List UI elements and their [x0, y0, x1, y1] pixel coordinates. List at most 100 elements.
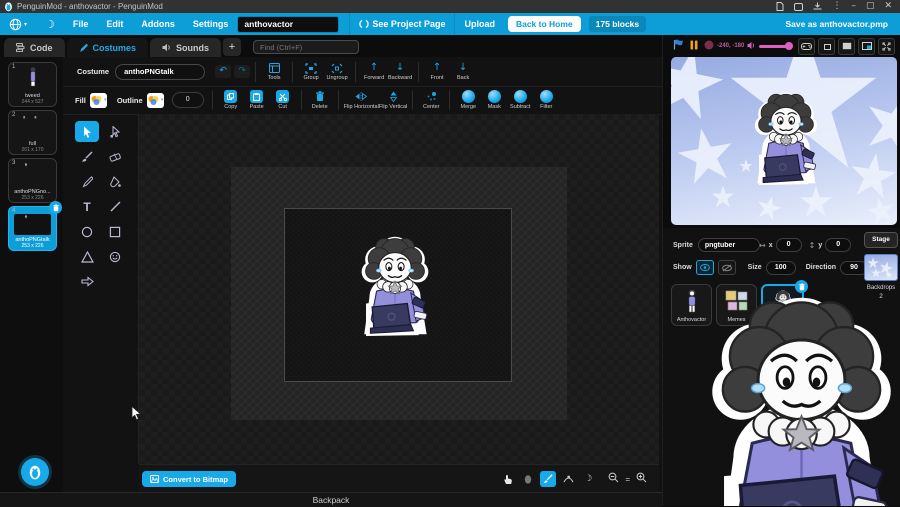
select-tool[interactable] [75, 121, 99, 142]
center-button[interactable]: Center [418, 91, 444, 110]
small-stage-icon[interactable] [818, 37, 835, 55]
delete-costume-icon[interactable] [49, 201, 62, 214]
tab-costumes[interactable]: Costumes [66, 38, 149, 57]
delete-button[interactable]: Delete [307, 91, 333, 110]
merge-button[interactable]: Merge [455, 90, 481, 110]
sprite-x-input[interactable]: 0 [775, 238, 802, 252]
pen-tool[interactable] [75, 171, 99, 192]
flip-horizontal-button[interactable]: Flip Horizontal [344, 91, 379, 110]
menu-addons[interactable]: Addons [132, 13, 184, 35]
sprite-tile-anthovactor[interactable]: Anthovactor [671, 284, 712, 326]
theme-moon-icon[interactable]: ☽ [36, 13, 64, 35]
canvas-character[interactable] [351, 235, 439, 336]
filter-button[interactable]: Filter [533, 90, 559, 110]
minimize-button[interactable]: – [851, 0, 856, 13]
volume-slider-knob[interactable] [785, 42, 794, 50]
circle-tool[interactable] [75, 221, 99, 242]
zoom-reset-icon[interactable]: = [625, 475, 630, 484]
node-mode-icon[interactable] [560, 471, 576, 487]
stroke-width-input[interactable]: 0 [171, 92, 204, 108]
find-input[interactable] [253, 40, 360, 54]
eraser-tool[interactable] [103, 146, 127, 167]
backward-button[interactable]: ↓ Backward [387, 62, 413, 81]
outline-color-swatch[interactable]: ▾ [146, 92, 164, 108]
delete-sprite-icon[interactable] [795, 280, 808, 293]
speaker-icon[interactable] [747, 37, 756, 55]
menu-edit[interactable]: Edit [97, 13, 132, 35]
costume-item-2[interactable]: 2 full 261 x 170 [8, 110, 57, 155]
pause-icon[interactable] [690, 37, 698, 55]
stage-preview[interactable] [671, 57, 897, 225]
show-sprite-button[interactable] [695, 260, 714, 275]
arrow-tool[interactable] [75, 271, 99, 292]
front-button[interactable]: ↑ Front [424, 62, 450, 81]
group-button[interactable]: Group [298, 62, 324, 81]
paint-mode-icon[interactable] [540, 471, 557, 487]
paint-canvas[interactable]: Convert to Bitmap ☽ = [138, 114, 659, 493]
gamepad-icon[interactable] [798, 37, 815, 55]
menu-settings[interactable]: Settings [184, 13, 238, 35]
sprite-size-input[interactable]: 100 [765, 260, 796, 275]
add-costume-button[interactable] [21, 458, 49, 486]
see-project-page-button[interactable]: See Project Page [350, 13, 454, 35]
costume-bounds[interactable] [284, 208, 512, 382]
convert-to-bitmap-button[interactable]: Convert to Bitmap [142, 471, 237, 487]
menu-dots-icon[interactable]: ⋮ [832, 0, 841, 13]
pip-icon[interactable] [794, 2, 804, 11]
large-stage-icon[interactable] [838, 37, 855, 55]
sticker-tool[interactable] [103, 246, 127, 267]
maximize-button[interactable]: ▢ [866, 0, 875, 13]
menu-file[interactable]: File [64, 13, 98, 35]
tab-code[interactable]: Code [4, 38, 65, 57]
mask-button[interactable]: Mask [481, 90, 507, 110]
undo-button[interactable]: ↶ [215, 65, 232, 78]
sprite-name-input[interactable] [697, 238, 760, 252]
sprite-tile-pngtuber-selected[interactable] [761, 280, 808, 328]
canvas-work-area[interactable] [231, 167, 567, 420]
costume-item-1[interactable]: 1 tweed 244 x 527 [8, 62, 57, 107]
tab-sounds[interactable]: Sounds [150, 38, 222, 57]
language-globe-icon[interactable]: ▾ [0, 13, 36, 35]
new-file-icon[interactable] [776, 2, 784, 11]
fill-color-swatch[interactable]: ▾ [89, 92, 107, 108]
add-tab-button[interactable]: + [223, 38, 242, 56]
dark-mode-moon-icon[interactable]: ☽ [580, 471, 596, 487]
upload-button[interactable]: Upload [455, 13, 504, 35]
paste-button[interactable]: Paste [244, 90, 270, 110]
fullscreen-icon[interactable] [878, 37, 895, 55]
brush-tool[interactable] [75, 146, 99, 167]
stop-icon[interactable] [704, 37, 714, 55]
download-icon[interactable] [813, 2, 822, 11]
zoom-out-icon[interactable] [608, 470, 619, 488]
volume-slider[interactable] [759, 42, 794, 50]
triangle-tool[interactable] [75, 246, 99, 267]
stage-button[interactable]: Stage [864, 232, 898, 248]
backdrop-thumbnail[interactable] [864, 254, 898, 281]
copy-button[interactable]: Copy [218, 90, 244, 110]
text-tool[interactable]: T [75, 196, 99, 217]
hand-mode-icon[interactable] [500, 471, 516, 487]
sprite-tile-memes[interactable]: Memes [716, 284, 757, 326]
project-name-input[interactable] [237, 15, 340, 33]
green-flag-icon[interactable] [673, 37, 684, 55]
flip-vertical-button[interactable]: Flip Vertical [379, 91, 407, 110]
forward-button[interactable]: ↑ Forward [361, 62, 387, 81]
tools-button[interactable]: Tools [261, 62, 287, 81]
costume-item-4-selected[interactable]: 4 anthoPNGtalk 253 x 226 [8, 201, 62, 251]
costume-name-input[interactable] [115, 63, 206, 80]
hide-sprite-button[interactable] [717, 260, 736, 275]
line-tool[interactable] [103, 196, 127, 217]
close-button[interactable]: ✕ [884, 0, 892, 13]
pip-stage-icon[interactable] [858, 37, 875, 55]
reshape-tool[interactable] [103, 121, 127, 142]
costume-item-3[interactable]: 3 anthoPNGno... 253 x 226 [8, 158, 57, 203]
sprite-y-input[interactable]: 0 [825, 238, 852, 252]
zoom-in-icon[interactable] [636, 470, 647, 488]
back-button[interactable]: ↓ Back [450, 62, 476, 81]
fill-tool[interactable] [103, 171, 127, 192]
rectangle-tool[interactable] [103, 221, 127, 242]
oval-mode-icon[interactable] [520, 471, 536, 487]
back-to-home-button[interactable]: Back to Home [507, 16, 581, 32]
subtract-button[interactable]: Subtract [507, 90, 533, 110]
save-as-button[interactable]: Save as anthovactor.pmp [785, 19, 888, 29]
